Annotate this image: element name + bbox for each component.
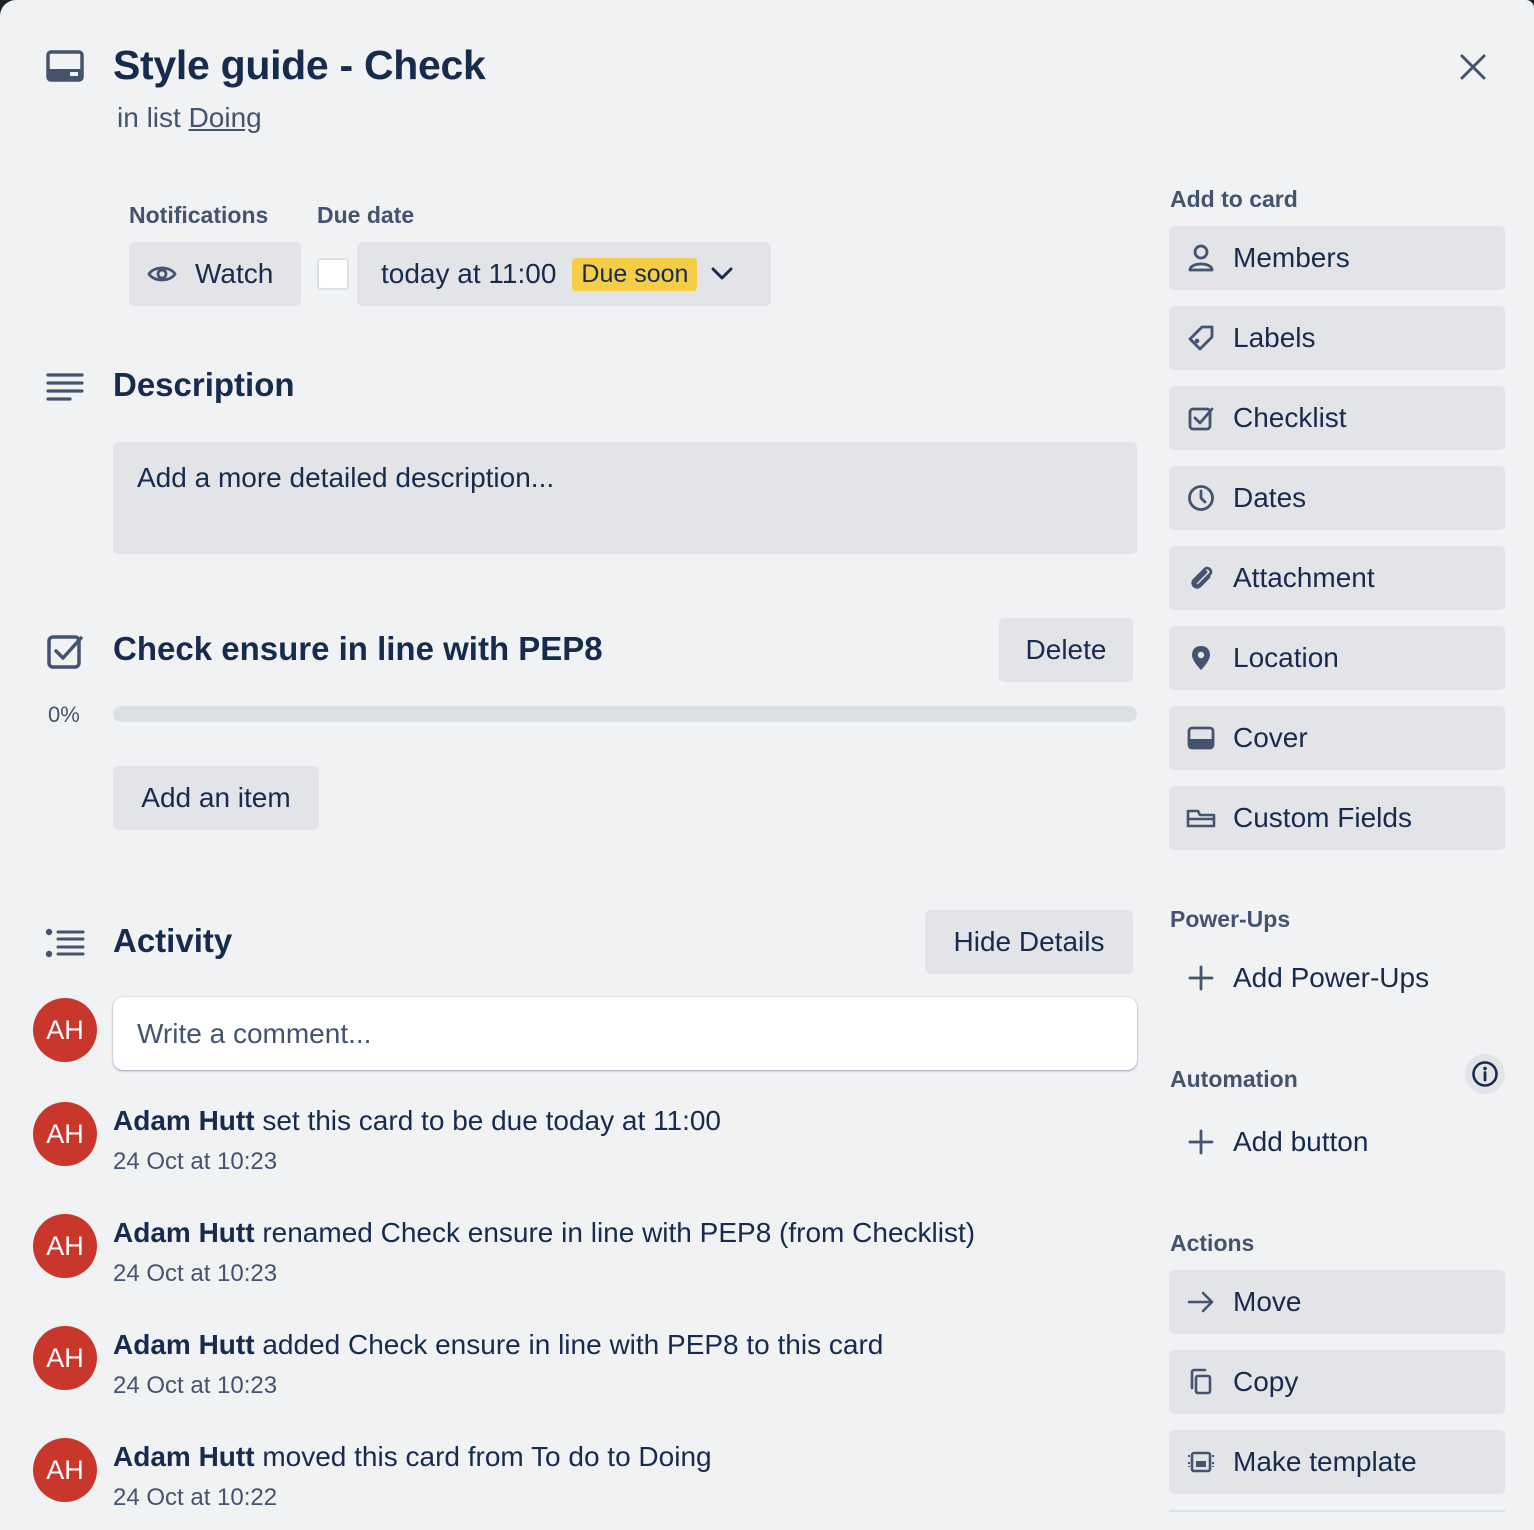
add-item-button[interactable]: Add an item: [113, 766, 319, 830]
copy-label: Copy: [1233, 1366, 1299, 1397]
chevron-down-icon: [711, 267, 733, 281]
avatar[interactable]: AH: [33, 1326, 97, 1390]
make-template-button[interactable]: Make template: [1169, 1430, 1505, 1494]
dates-label: Dates: [1233, 482, 1307, 513]
copy-button[interactable]: Copy: [1169, 1350, 1505, 1414]
activity-timestamp[interactable]: 24 Oct at 10:23: [113, 1260, 277, 1288]
custom-fields-button[interactable]: Custom Fields: [1169, 786, 1505, 850]
description-title: Description: [113, 366, 295, 403]
sidebar-divider: [1169, 1510, 1505, 1512]
checklist-button[interactable]: Checklist: [1169, 386, 1505, 450]
checklist-label: Checklist: [1233, 402, 1347, 433]
dates-button[interactable]: Dates: [1169, 466, 1505, 530]
checklist-title[interactable]: Check ensure in line with PEP8: [113, 630, 603, 668]
tag-icon: [1185, 322, 1217, 354]
list-prefix: in list: [117, 102, 189, 133]
checklist-progress-bar: [113, 706, 1137, 722]
description-editor[interactable]: Add a more detailed description...: [113, 442, 1137, 554]
attachment-label: Attachment: [1233, 562, 1375, 593]
location-label: Location: [1233, 642, 1339, 673]
copy-icon: [1185, 1366, 1217, 1398]
plus-icon: [1185, 962, 1217, 994]
checklist-percent: 0%: [48, 702, 80, 727]
add-button-label: Add button: [1233, 1126, 1369, 1157]
add-to-card-title: Add to card: [1170, 186, 1298, 212]
activity-title: Activity: [113, 922, 233, 959]
person-icon: [1185, 242, 1217, 274]
actions-title: Actions: [1170, 1230, 1255, 1256]
custom-fields-label: Custom Fields: [1233, 802, 1412, 833]
clock-icon: [1185, 482, 1217, 514]
notifications-label: Notifications: [129, 202, 269, 228]
activity-entry: Adam Hutt renamed Check ensure in line w…: [113, 1217, 975, 1249]
comment-input[interactable]: Write a comment...: [113, 997, 1137, 1070]
watch-label: Watch: [195, 258, 274, 289]
activity-text: renamed Check ensure in line with PEP8 (…: [254, 1217, 976, 1248]
paperclip-icon: [1185, 562, 1217, 594]
hide-details-button[interactable]: Hide Details: [925, 910, 1133, 974]
activity-timestamp[interactable]: 24 Oct at 10:23: [113, 1148, 277, 1176]
members-label: Members: [1233, 242, 1350, 273]
activity-entry: Adam Hutt set this card to be due today …: [113, 1105, 721, 1137]
cover-label: Cover: [1233, 722, 1308, 753]
activity-timestamp[interactable]: 24 Oct at 10:23: [113, 1372, 277, 1400]
add-button-button[interactable]: Add button: [1169, 1110, 1505, 1174]
list-link[interactable]: Doing: [189, 102, 262, 133]
automation-info-button[interactable]: [1465, 1054, 1505, 1094]
due-date-value: today at 11:00: [381, 258, 557, 289]
automation-title: Automation: [1170, 1066, 1298, 1092]
close-button[interactable]: [1446, 40, 1500, 94]
activity-user[interactable]: Adam Hutt: [113, 1441, 255, 1472]
labels-label: Labels: [1233, 322, 1316, 353]
due-soon-badge: Due soon: [572, 257, 698, 291]
activity-user[interactable]: Adam Hutt: [113, 1217, 255, 1248]
card-icon: [44, 48, 86, 84]
activity-timestamp[interactable]: 24 Oct at 10:22: [113, 1484, 277, 1512]
card-detail-modal: Style guide - Check in list Doing Notifi…: [0, 0, 1534, 1530]
avatar[interactable]: AH: [33, 1102, 97, 1166]
activity-entry: Adam Hutt added Check ensure in line wit…: [113, 1329, 883, 1361]
activity-user[interactable]: Adam Hutt: [113, 1105, 255, 1136]
avatar[interactable]: AH: [33, 1214, 97, 1278]
make-template-label: Make template: [1233, 1446, 1417, 1477]
close-icon: [1460, 54, 1486, 80]
location-pin-icon: [1185, 642, 1217, 674]
description-icon: [44, 366, 86, 408]
activity-text: added Check ensure in line with PEP8 to …: [254, 1329, 884, 1360]
power-ups-title: Power-Ups: [1170, 906, 1291, 932]
plus-icon: [1185, 1126, 1217, 1158]
activity-text: set this card to be due today at 11:00: [254, 1105, 722, 1136]
delete-checklist-button[interactable]: Delete: [999, 618, 1133, 682]
activity-icon: [44, 922, 86, 964]
watch-button[interactable]: Watch: [129, 242, 301, 306]
list-location: in list Doing: [117, 102, 262, 134]
location-button[interactable]: Location: [1169, 626, 1505, 690]
activity-entry: Adam Hutt moved this card from To do to …: [113, 1441, 712, 1473]
due-date-label: Due date: [317, 202, 415, 228]
due-date-button[interactable]: today at 11:00 Due soon: [357, 242, 771, 306]
info-icon: [1472, 1061, 1498, 1087]
add-power-ups-label: Add Power-Ups: [1233, 962, 1430, 993]
avatar[interactable]: AH: [33, 1438, 97, 1502]
move-label: Move: [1233, 1286, 1302, 1317]
add-power-ups-button[interactable]: Add Power-Ups: [1169, 946, 1505, 1010]
due-complete-checkbox[interactable]: [317, 258, 349, 290]
move-button[interactable]: Move: [1169, 1270, 1505, 1334]
checklist-icon: [44, 630, 86, 672]
custom-fields-icon: [1185, 802, 1217, 834]
checklist-icon: [1185, 402, 1217, 434]
eye-icon: [147, 263, 177, 285]
cover-button[interactable]: Cover: [1169, 706, 1505, 770]
activity-user[interactable]: Adam Hutt: [113, 1329, 255, 1360]
activity-text: moved this card from To do to Doing: [254, 1441, 712, 1472]
labels-button[interactable]: Labels: [1169, 306, 1505, 370]
card-title[interactable]: Style guide - Check: [113, 42, 486, 89]
cover-icon: [1185, 722, 1217, 754]
attachment-button[interactable]: Attachment: [1169, 546, 1505, 610]
members-button[interactable]: Members: [1169, 226, 1505, 290]
template-icon: [1185, 1446, 1217, 1478]
avatar[interactable]: AH: [33, 998, 97, 1062]
arrow-right-icon: [1185, 1286, 1217, 1318]
